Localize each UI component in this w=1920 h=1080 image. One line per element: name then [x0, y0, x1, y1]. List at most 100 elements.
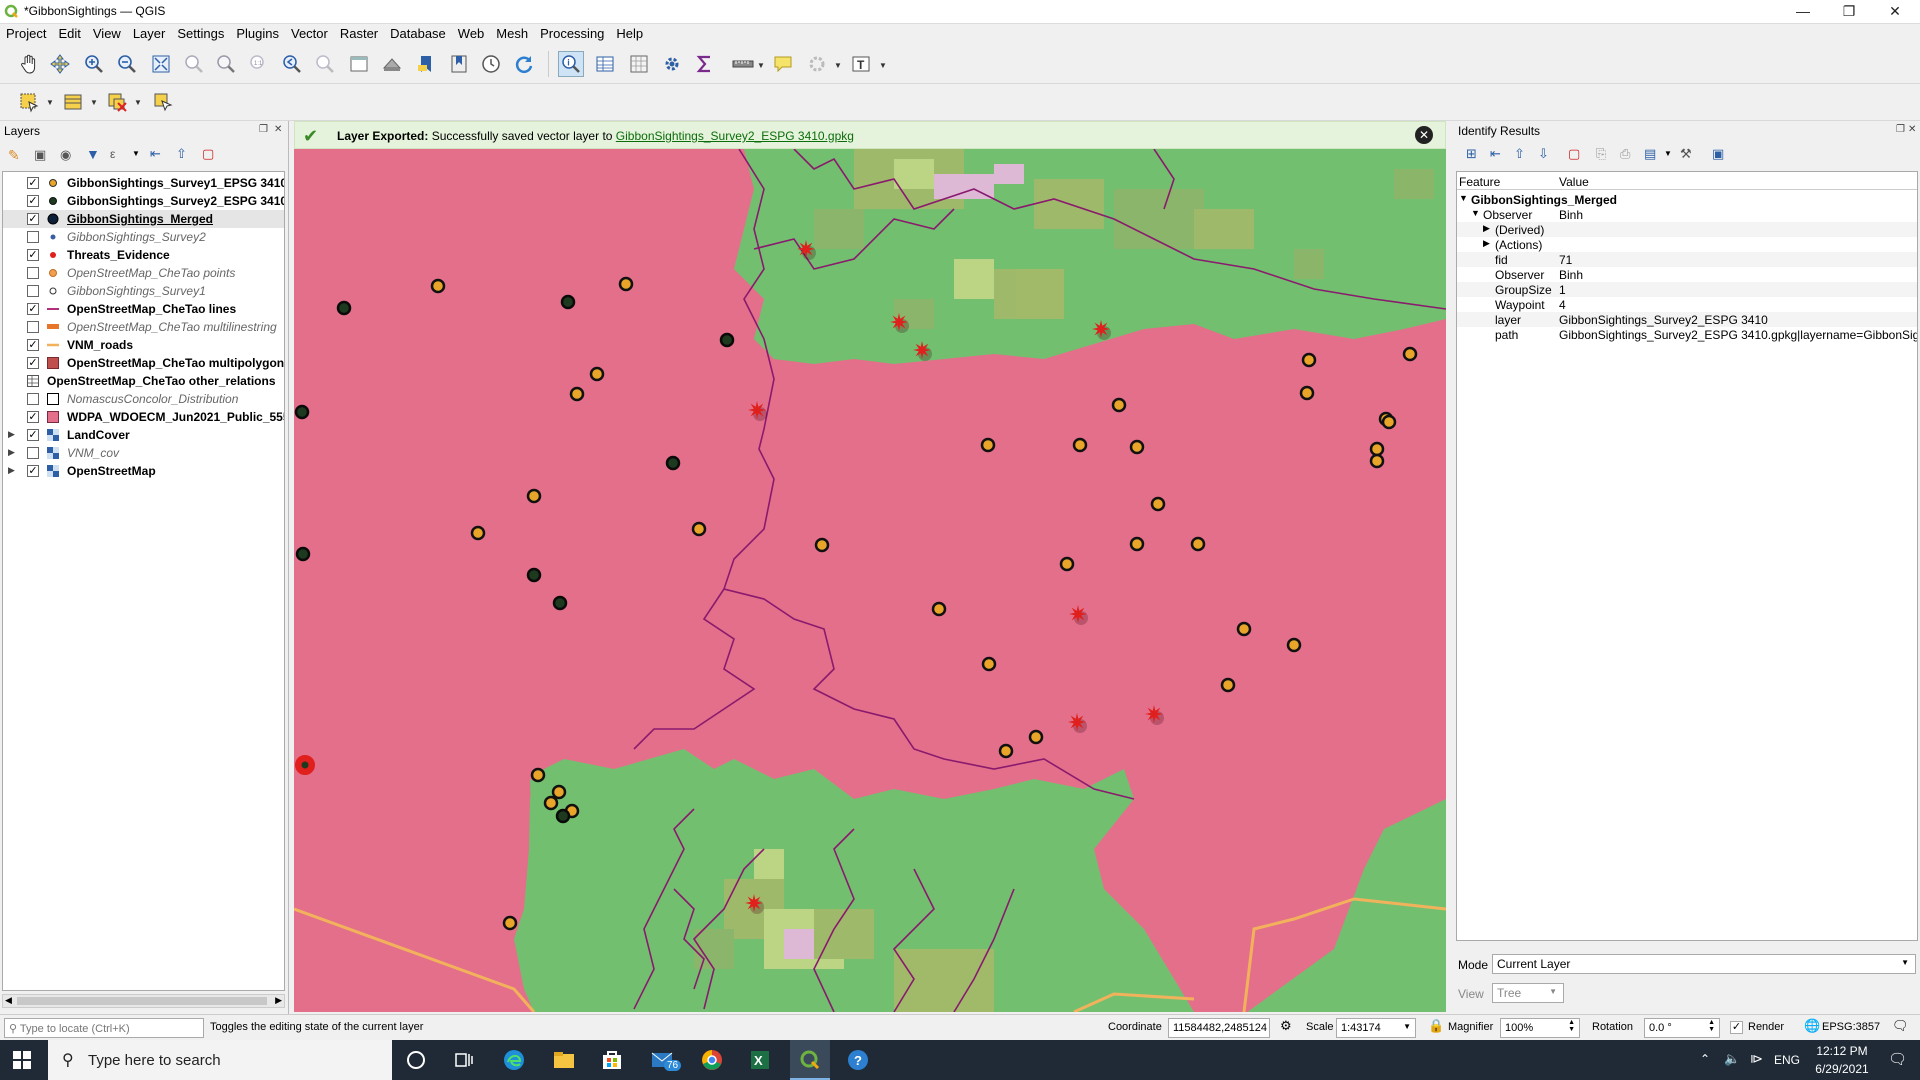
filter-dropdown-icon[interactable]: ▼	[132, 149, 140, 158]
magnifier-spin-icon[interactable]: ▲ ▼	[1568, 1019, 1575, 1033]
layer-row[interactable]: ✓ OpenStreetMap_CheTao lines	[3, 300, 284, 318]
sighting-point[interactable]	[1059, 556, 1075, 572]
pan-map-button[interactable]	[16, 51, 42, 77]
sighting-point-survey2[interactable]	[552, 595, 568, 611]
cortana-icon[interactable]	[404, 1048, 428, 1072]
layer-visibility-checkbox[interactable]	[27, 285, 39, 297]
sighting-point[interactable]	[569, 386, 585, 402]
sighting-point-survey2[interactable]	[294, 404, 310, 420]
measure-button[interactable]	[728, 51, 758, 77]
attribute-table-button[interactable]	[592, 51, 618, 77]
identify-attribute-row[interactable]: Waypoint 4	[1457, 297, 1917, 312]
close-window-button[interactable]: ✕	[1872, 0, 1918, 24]
collapse-all-icon[interactable]: ⇧	[176, 146, 187, 162]
clock-time[interactable]: 12:12 PM	[1812, 1044, 1872, 1058]
threat-marker[interactable]	[890, 313, 908, 331]
manage-visibility-icon[interactable]: ◉	[60, 147, 71, 163]
notifications-icon[interactable]: 🗨	[1888, 1050, 1907, 1068]
identified-feature-point[interactable]	[301, 761, 309, 769]
sighting-point[interactable]	[1190, 536, 1206, 552]
sighting-point[interactable]	[1028, 729, 1044, 745]
threat-marker[interactable]	[1069, 605, 1087, 623]
collapse-tree-icon[interactable]: ⇧	[1514, 146, 1525, 162]
layer-visibility-checkbox[interactable]: ✓	[27, 249, 39, 261]
identify-settings-icon[interactable]: ⚒	[1680, 146, 1692, 162]
statistical-summary-button[interactable]	[626, 51, 652, 77]
task-view-icon[interactable]	[452, 1048, 476, 1072]
layer-row[interactable]: OpenStreetMap_CheTao multilinestring	[3, 318, 284, 336]
expand-new-icon[interactable]: ⇤	[1490, 146, 1501, 162]
scale-dropdown-icon[interactable]: ▼	[1403, 1022, 1411, 1031]
text-annotation-button[interactable]: T	[848, 51, 874, 77]
select-features-button[interactable]	[16, 89, 42, 115]
menu-raster[interactable]: Raster	[334, 24, 384, 41]
zoom-full-button[interactable]	[148, 51, 174, 77]
store-icon[interactable]	[600, 1048, 624, 1072]
measure-dropdown-icon[interactable]: ▼	[757, 61, 765, 70]
menu-help[interactable]: Help	[610, 24, 649, 41]
scale-field[interactable]: 1:43174 ▼	[1336, 1018, 1416, 1038]
refresh-button[interactable]	[511, 51, 537, 77]
copy-feature-icon[interactable]: ⎘	[1596, 146, 1606, 162]
sighting-point[interactable]	[470, 525, 486, 541]
select-by-expression-button[interactable]	[60, 89, 86, 115]
sighting-point[interactable]	[430, 278, 446, 294]
layer-row[interactable]: ✓ GibbonSightings_Survey1_EPSG 3410	[3, 174, 284, 192]
layer-visibility-checkbox[interactable]: ✓	[27, 411, 39, 423]
sighting-point[interactable]	[618, 276, 634, 292]
layer-visibility-checkbox[interactable]: ✓	[27, 177, 39, 189]
expand-tree-icon[interactable]: ⊞	[1466, 146, 1477, 162]
select-dropdown-icon[interactable]: ▼	[46, 98, 54, 107]
threat-marker[interactable]	[1092, 320, 1110, 338]
sighting-point-survey2[interactable]	[336, 300, 352, 316]
pan-to-selection-button[interactable]	[47, 51, 73, 77]
sighting-point[interactable]	[551, 784, 567, 800]
layer-row[interactable]: NomascusConcolor_Distribution	[3, 390, 284, 408]
sighting-point[interactable]	[543, 795, 559, 811]
layer-visibility-checkbox[interactable]: ✓	[27, 429, 39, 441]
layer-visibility-checkbox[interactable]	[27, 267, 39, 279]
collapse-arrow-icon[interactable]: ▼	[1459, 193, 1468, 203]
identify-attribute-row[interactable]: fid 71	[1457, 252, 1917, 267]
expand-all-results-icon[interactable]: ⇩	[1538, 146, 1549, 162]
zoom-next-button[interactable]	[312, 51, 338, 77]
sighting-point[interactable]	[814, 537, 830, 553]
identify-features-button[interactable]: i	[558, 51, 584, 77]
close-message-button[interactable]: ✕	[1415, 126, 1433, 144]
scroll-thumb[interactable]	[17, 997, 267, 1005]
statistics-button[interactable]	[692, 51, 718, 77]
identify-mode-dropdown-icon[interactable]: ▼	[1664, 149, 1672, 158]
filter-expression-icon[interactable]: ε	[110, 147, 115, 161]
sighting-point[interactable]	[1381, 414, 1397, 430]
rotation-field[interactable]: 0.0 ° ▲ ▼	[1644, 1018, 1720, 1038]
show-bookmarks-button[interactable]	[446, 51, 472, 77]
threat-marker[interactable]	[745, 894, 763, 912]
file-explorer-icon[interactable]	[552, 1048, 576, 1072]
close-panel-icon[interactable]: ✕	[274, 124, 282, 135]
layer-row[interactable]: ▶ VNM_cov	[3, 444, 284, 462]
layer-row[interactable]: OpenStreetMap_CheTao points	[3, 264, 284, 282]
print-results-icon[interactable]: ⎙	[1620, 146, 1630, 162]
lock-scale-icon[interactable]: 🔒	[1428, 1018, 1444, 1034]
sighting-point[interactable]	[1402, 346, 1418, 362]
zoom-native-button[interactable]: 1:1	[246, 51, 272, 77]
value-column-header[interactable]: Value	[1559, 175, 1589, 189]
layer-row[interactable]: ✓ VNM_roads	[3, 336, 284, 354]
expand-arrow-icon[interactable]: ▶	[8, 465, 15, 476]
deselect-features-button[interactable]	[104, 89, 130, 115]
threat-marker[interactable]	[1145, 705, 1163, 723]
locator-input[interactable]: ⚲ Type to locate (Ctrl+K)	[4, 1018, 204, 1038]
extents-toggle-icon[interactable]: ⚙	[1280, 1018, 1292, 1034]
render-checkbox[interactable]: ✓	[1730, 1021, 1743, 1034]
sighting-point-survey2[interactable]	[555, 808, 571, 824]
scroll-right-icon[interactable]: ▶	[275, 995, 282, 1006]
layer-visibility-checkbox[interactable]	[27, 321, 39, 333]
chrome-icon[interactable]	[700, 1048, 724, 1072]
text-annotation-dropdown-icon[interactable]: ▼	[879, 61, 887, 70]
sighting-point[interactable]	[530, 767, 546, 783]
layer-row[interactable]: ✓ GibbonSightings_Survey2_ESPG 3410	[3, 192, 284, 210]
zoom-last-button[interactable]	[279, 51, 305, 77]
close-identify-icon[interactable]: ✕	[1908, 124, 1916, 135]
layer-visibility-checkbox[interactable]	[27, 231, 39, 243]
zoom-to-selection-button[interactable]	[181, 51, 207, 77]
